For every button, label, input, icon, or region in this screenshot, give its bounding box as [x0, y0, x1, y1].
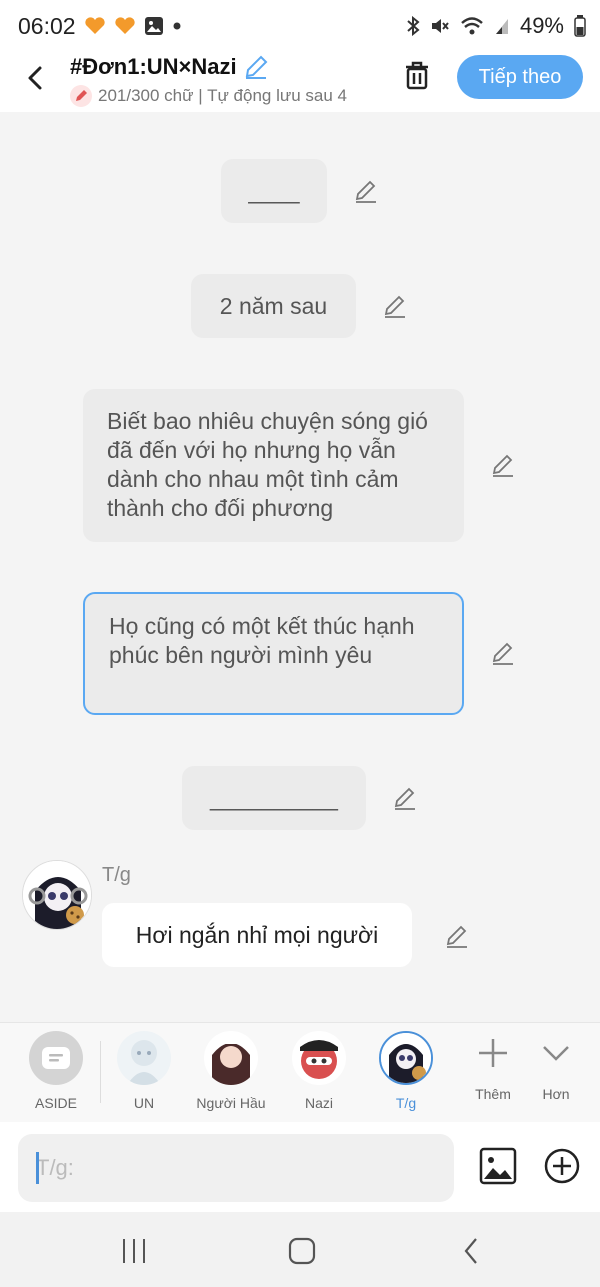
- mute-icon: [431, 19, 449, 33]
- character-un[interactable]: UN: [104, 1031, 184, 1111]
- narration-text: __________: [210, 784, 338, 811]
- speaker-name: T/g: [102, 864, 131, 886]
- plus-icon: [479, 1039, 507, 1067]
- status-time: 06:02: [18, 13, 76, 39]
- character-label: Nazi: [304, 1095, 333, 1111]
- edit-icon[interactable]: [490, 640, 516, 666]
- dialogue-text: Hơi ngắn nhỉ mọi người: [135, 921, 379, 948]
- narration-bubble[interactable]: Biết bao nhiêu chuyện sóng gió đã đến vớ…: [83, 389, 464, 542]
- edit-icon[interactable]: [382, 293, 408, 319]
- character-avatar-icon: [23, 861, 91, 929]
- narration-bubble-selected[interactable]: Họ cũng có một kết thúc hạnh phúc bên ng…: [83, 592, 464, 715]
- un-avatar: [117, 1031, 171, 1085]
- gallery-icon: [145, 17, 163, 35]
- back-nav-icon[interactable]: [452, 1234, 492, 1268]
- narration-bubble[interactable]: __________: [182, 766, 366, 830]
- dot-icon: [173, 22, 181, 30]
- nazi-avatar: [292, 1031, 346, 1085]
- edit-icon[interactable]: [444, 923, 470, 949]
- back-arrow-icon[interactable]: [18, 60, 54, 96]
- image-icon[interactable]: [478, 1146, 518, 1186]
- story-title-text: #Đơn1:UN×Nazi: [70, 54, 237, 79]
- narration-bubble[interactable]: ____: [221, 159, 327, 223]
- divider: [100, 1041, 101, 1103]
- edit-icon[interactable]: [392, 785, 418, 811]
- pencil-icon: [70, 85, 92, 107]
- character-label: UN: [133, 1095, 155, 1111]
- heart-badge-icon: [85, 17, 105, 34]
- nguoi-hau-avatar: [204, 1031, 258, 1085]
- character-nguoi-hau[interactable]: Người Hầu: [191, 1031, 271, 1111]
- aside-icon: [29, 1031, 83, 1085]
- speaker-avatar[interactable]: [22, 860, 92, 930]
- wifi-icon: [461, 17, 483, 35]
- narration-text: Biết bao nhiêu chuyện sóng gió đã đến vớ…: [107, 408, 428, 521]
- home-icon[interactable]: [282, 1234, 322, 1268]
- battery-icon: [574, 15, 586, 37]
- character-tg[interactable]: T/g: [366, 1031, 446, 1111]
- battery-percent: 49%: [519, 13, 564, 38]
- system-icons: 49%: [406, 13, 586, 39]
- character-selector: ASIDE UN Người Hầu Nazi T/g Thêm Hơn: [0, 1022, 600, 1122]
- tg-avatar: [379, 1031, 433, 1085]
- add-circle-icon[interactable]: [542, 1146, 582, 1186]
- editor-header: #Đơn1:UN×Nazi 201/300 chữ | Tự động lưu …: [0, 52, 600, 112]
- recent-apps-icon[interactable]: [114, 1234, 154, 1268]
- more-label: Hơn: [542, 1086, 570, 1102]
- edit-title-icon[interactable]: [243, 54, 269, 80]
- character-label: T/g: [395, 1095, 417, 1111]
- edit-icon[interactable]: [353, 178, 379, 204]
- narration-text: Họ cũng có một kết thúc hạnh phúc bên ng…: [109, 613, 415, 668]
- signal-icon: [495, 19, 508, 34]
- chevron-down-icon: [543, 1046, 569, 1061]
- character-nazi[interactable]: Nazi: [279, 1031, 359, 1111]
- narration-bubble[interactable]: 2 năm sau: [191, 274, 356, 338]
- story-title[interactable]: #Đơn1:UN×Nazi: [70, 54, 269, 80]
- input-area: [0, 1122, 600, 1212]
- character-label: ASIDE: [34, 1095, 77, 1111]
- more-button[interactable]: Hơn: [516, 1033, 596, 1102]
- dialogue-bubble[interactable]: Hơi ngắn nhỉ mọi người: [102, 903, 412, 967]
- heart-badge-icon: [115, 17, 135, 34]
- notification-icons: [84, 16, 182, 36]
- status-bar: 06:02 49%: [0, 0, 600, 52]
- chat-area[interactable]: ____ 2 năm sau Biết bao nhiêu chuyện són…: [0, 112, 600, 1022]
- word-count-text: 201/300 chữ | Tự động lưu sau 4: [98, 86, 348, 105]
- edit-icon[interactable]: [490, 452, 516, 478]
- message-input[interactable]: [18, 1134, 454, 1202]
- system-nav-bar: [0, 1212, 600, 1287]
- character-label: Người Hầu: [196, 1095, 266, 1111]
- narration-text: 2 năm sau: [219, 292, 328, 319]
- trash-icon[interactable]: [400, 58, 434, 92]
- next-button[interactable]: Tiếp theo: [457, 55, 583, 99]
- character-aside[interactable]: ASIDE: [16, 1031, 96, 1111]
- narration-text: ____: [248, 177, 300, 204]
- text-caret: [36, 1152, 39, 1184]
- bluetooth-icon: [407, 16, 420, 36]
- word-count-status: 201/300 chữ | Tự động lưu sau 4: [70, 85, 347, 107]
